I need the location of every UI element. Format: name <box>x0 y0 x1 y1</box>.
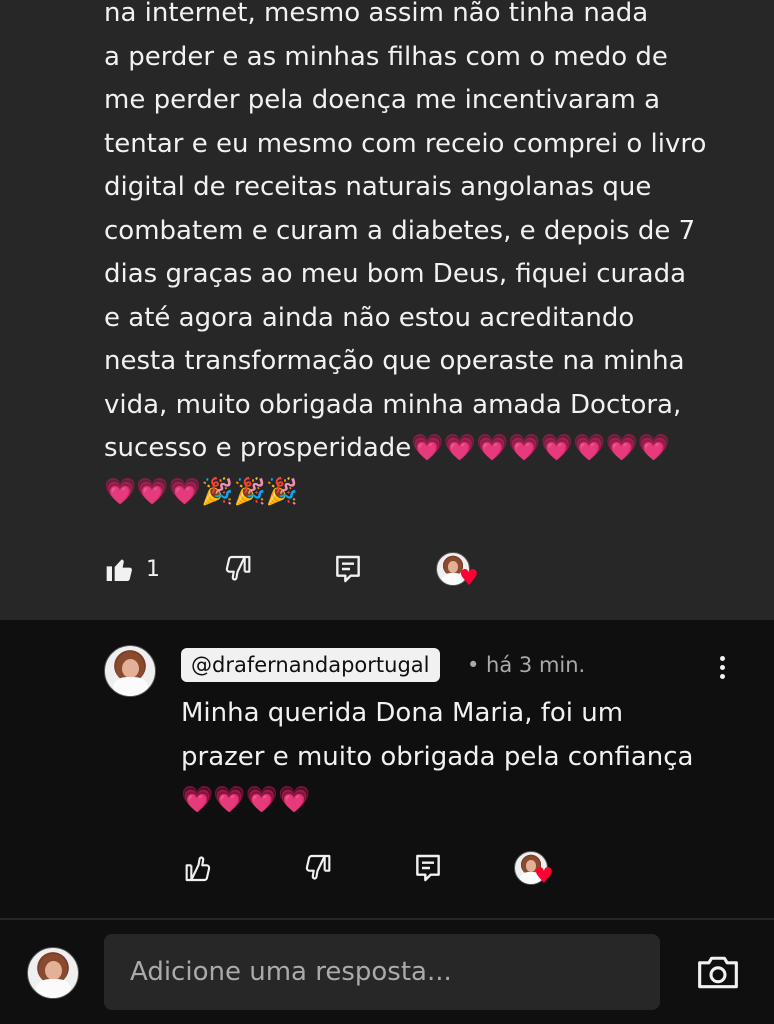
thumbs-down-icon[interactable] <box>302 852 334 884</box>
like-count: 1 <box>146 556 160 582</box>
heart-icon: ♥ <box>459 566 479 591</box>
comment-text: na internet, mesmo assim não tinha nada … <box>104 0 707 507</box>
highlighted-comment: na internet, mesmo assim não tinha nada … <box>0 0 774 620</box>
camera-icon[interactable] <box>696 953 740 991</box>
reply-action-bar: ♥ <box>182 848 554 888</box>
thumbs-down-icon[interactable] <box>222 553 254 585</box>
thumbs-up-icon[interactable] <box>182 852 214 884</box>
reply-text: Minha querida Dona Maria, foi um prazer … <box>181 698 694 815</box>
creator-handle[interactable]: @drafernandaportugal <box>181 648 440 682</box>
heart-icon: ♥ <box>534 864 554 889</box>
user-avatar <box>27 947 79 999</box>
reply-composer <box>0 920 774 1024</box>
reply-comment-icon[interactable] <box>412 852 444 884</box>
creator-reply: @drafernandaportugal • há 3 min. Minha q… <box>0 620 774 918</box>
reply-timestamp: • há 3 min. <box>467 653 586 677</box>
creator-avatar[interactable] <box>104 645 156 697</box>
comment-action-bar: 1 ♥ <box>104 548 479 590</box>
thumbs-up-icon[interactable] <box>104 553 136 585</box>
reply-comment-icon[interactable] <box>332 553 364 585</box>
reply-input[interactable] <box>104 934 660 1010</box>
more-options-icon[interactable] <box>712 656 732 686</box>
